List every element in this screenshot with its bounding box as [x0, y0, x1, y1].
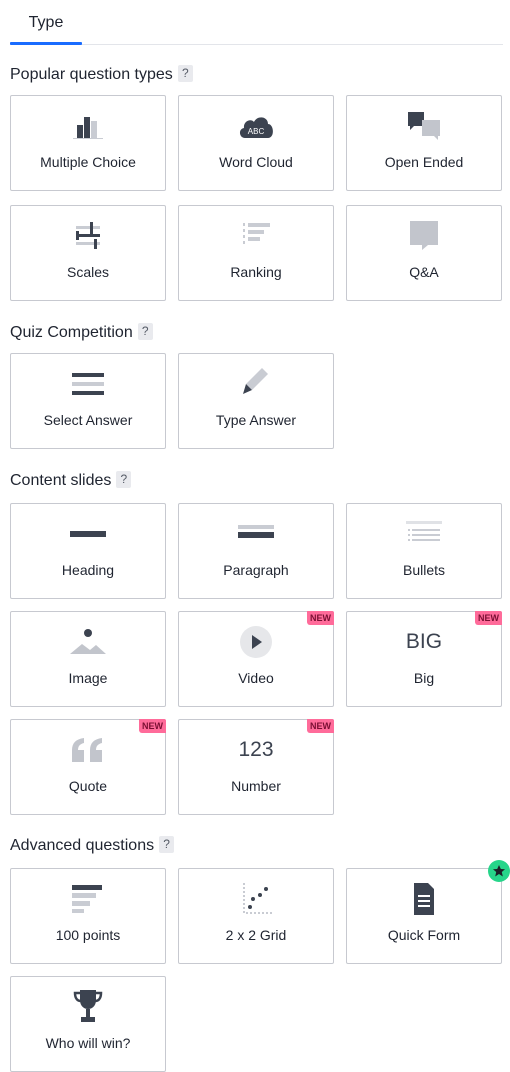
play-icon: [179, 626, 333, 658]
card-label: Image: [68, 670, 108, 686]
card-scales[interactable]: Scales: [10, 205, 166, 301]
card-label: Big: [413, 670, 435, 686]
cloud-icon-text: ABC: [248, 127, 265, 136]
document-icon: [347, 883, 501, 915]
card-label: Scales: [66, 264, 110, 280]
speech-bubbles-icon: [347, 110, 501, 142]
cloud-icon: ABC: [179, 110, 333, 142]
card-qa[interactable]: Q&A: [346, 205, 502, 301]
sliders-icon: [11, 220, 165, 252]
card-image[interactable]: Image: [10, 611, 166, 707]
star-badge-icon: [488, 860, 510, 882]
card-select-answer[interactable]: Select Answer: [10, 353, 166, 449]
card-label: Quick Form: [387, 927, 461, 943]
card-label: Video: [238, 670, 274, 686]
section-advanced-label: Advanced questions: [10, 837, 155, 854]
section-content-title: Content slides?: [10, 470, 132, 492]
card-label: Multiple Choice: [40, 154, 136, 170]
ranking-icon: [179, 220, 333, 252]
section-quiz-label: Quiz Competition: [10, 324, 133, 341]
help-icon[interactable]: ?: [177, 65, 193, 82]
paragraph-icon: [179, 518, 333, 550]
card-open-ended[interactable]: Open Ended: [346, 95, 502, 191]
image-icon: [11, 626, 165, 658]
number-icon-text: 123: [238, 738, 274, 761]
bar-chart-icon: [11, 110, 165, 142]
card-paragraph[interactable]: Paragraph: [178, 503, 334, 599]
list-lines-icon: [11, 368, 165, 400]
new-badge: NEW: [139, 719, 166, 733]
number-text-icon: 123: [179, 734, 333, 766]
help-icon[interactable]: ?: [159, 836, 175, 853]
tab-active-underline: [10, 42, 82, 45]
card-label: Open Ended: [384, 154, 464, 170]
chat-bubble-icon: [347, 220, 501, 252]
card-heading[interactable]: Heading: [10, 503, 166, 599]
card-label: Q&A: [409, 264, 439, 280]
card-video[interactable]: NEW Video: [178, 611, 334, 707]
scatter-icon: [179, 883, 333, 915]
card-label: Select Answer: [43, 412, 133, 428]
big-icon-text: BIG: [405, 630, 443, 653]
card-100-points[interactable]: 100 points: [10, 868, 166, 964]
card-quote[interactable]: NEW Quote: [10, 719, 166, 815]
card-who-will-win[interactable]: Who will win?: [10, 976, 166, 1072]
section-popular-label: Popular question types: [10, 66, 173, 83]
card-label: 2 x 2 Grid: [225, 927, 287, 943]
card-ranking[interactable]: Ranking: [178, 205, 334, 301]
tab-type[interactable]: Type: [10, 10, 82, 45]
section-quiz-title: Quiz Competition?: [10, 322, 153, 344]
section-popular-title: Popular question types?: [10, 64, 193, 86]
section-advanced-title: Advanced questions?: [10, 835, 175, 857]
card-label: Paragraph: [223, 562, 289, 578]
tab-bar: Type: [10, 0, 503, 45]
quote-icon: [11, 734, 165, 766]
card-label: 100 points: [55, 927, 121, 943]
card-label: Who will win?: [45, 1035, 131, 1051]
big-text-icon: BIG: [347, 626, 501, 658]
card-label: Number: [231, 778, 281, 794]
card-number[interactable]: NEW 123 Number: [178, 719, 334, 815]
new-badge: NEW: [307, 611, 334, 625]
descending-bars-icon: [11, 883, 165, 915]
trophy-icon: [11, 990, 165, 1023]
card-label: Type Answer: [215, 412, 297, 428]
heading-icon: [11, 518, 165, 550]
card-word-cloud[interactable]: ABC Word Cloud: [178, 95, 334, 191]
new-badge: NEW: [475, 611, 502, 625]
help-icon[interactable]: ?: [137, 323, 153, 340]
card-label: Ranking: [230, 264, 282, 280]
card-label: Word Cloud: [219, 154, 293, 170]
card-label: Bullets: [402, 562, 446, 578]
card-multiple-choice[interactable]: Multiple Choice: [10, 95, 166, 191]
bullets-icon: [347, 518, 501, 550]
help-icon[interactable]: ?: [116, 471, 132, 488]
tab-type-label: Type: [28, 14, 64, 31]
card-big[interactable]: NEW BIG Big: [346, 611, 502, 707]
new-badge: NEW: [307, 719, 334, 733]
section-content-label: Content slides: [10, 472, 112, 489]
card-quick-form[interactable]: Quick Form: [346, 860, 510, 964]
card-type-answer[interactable]: Type Answer: [178, 353, 334, 449]
pencil-icon: [179, 368, 333, 400]
card-bullets[interactable]: Bullets: [346, 503, 502, 599]
card-2x2-grid[interactable]: 2 x 2 Grid: [178, 868, 334, 964]
card-label: Quote: [68, 778, 108, 794]
card-label: Heading: [61, 562, 115, 578]
